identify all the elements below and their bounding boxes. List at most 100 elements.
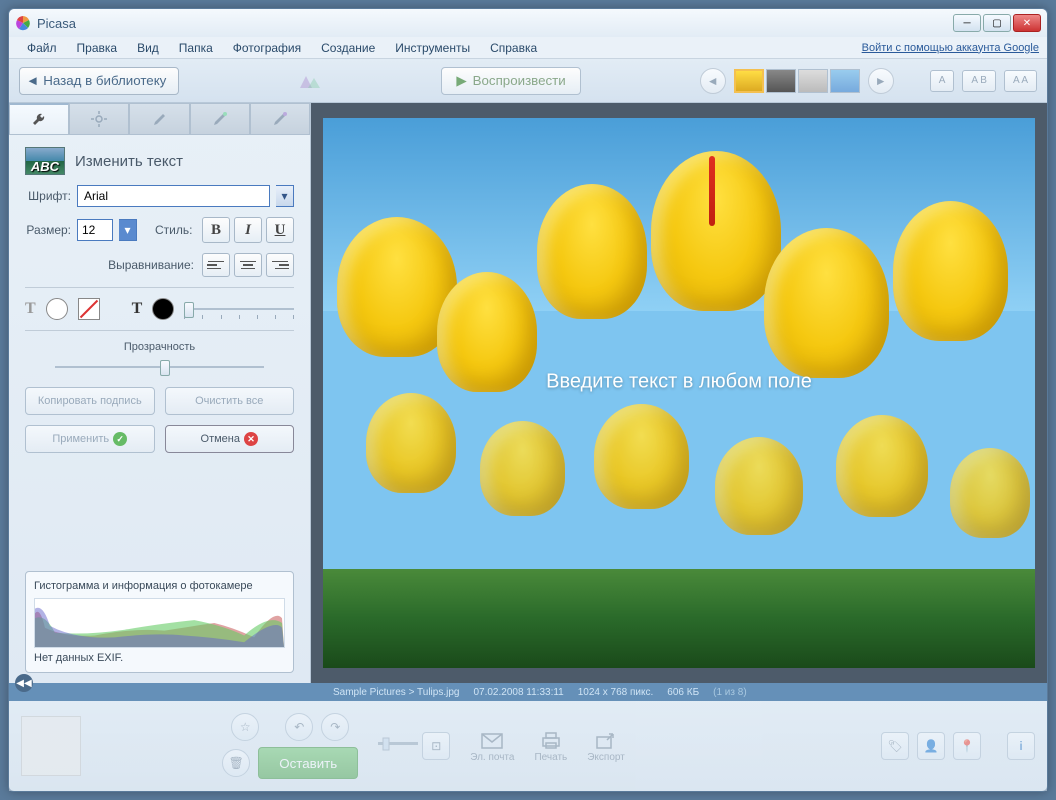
tab-effects-3[interactable]	[250, 103, 310, 135]
export-action[interactable]: Экспорт	[587, 730, 625, 763]
menu-file[interactable]: Файл	[17, 39, 67, 57]
font-dropdown-button[interactable]: ▾	[276, 185, 294, 207]
style-label: Стиль:	[155, 223, 192, 237]
status-path: Sample Pictures > Tulips.jpg	[333, 687, 459, 698]
tab-basic-fixes[interactable]	[9, 103, 69, 135]
photo-viewer[interactable]: Введите текст в любом поле	[311, 103, 1047, 683]
rotate-left-button[interactable]: ↶	[285, 713, 313, 741]
share-button[interactable]: Оставить	[258, 747, 358, 779]
opacity-slider[interactable]	[55, 357, 264, 377]
menubar: Файл Правка Вид Папка Фотография Создани…	[9, 37, 1047, 59]
clear-all-button[interactable]: Очистить все	[165, 387, 295, 415]
photo-canvas[interactable]: Введите текст в любом поле	[323, 118, 1035, 668]
print-action[interactable]: Печать	[534, 730, 567, 763]
fit-button[interactable]: ⊡	[422, 732, 450, 760]
exif-info: Нет данных EXIF.	[34, 652, 285, 664]
brush3-icon	[271, 110, 289, 128]
menu-view[interactable]: Вид	[127, 39, 169, 57]
menu-photo[interactable]: Фотография	[223, 39, 311, 57]
align-right-button[interactable]	[266, 253, 294, 277]
people-button[interactable]: 👤	[917, 732, 945, 760]
cancel-button[interactable]: Отмена ✕	[165, 425, 295, 453]
email-action[interactable]: Эл. почта	[470, 730, 514, 763]
menu-help[interactable]: Справка	[480, 39, 547, 57]
thumbnail-2[interactable]	[766, 69, 796, 93]
rotate-right-button[interactable]: ↷	[321, 713, 349, 741]
compare-aa-button[interactable]: A A	[1004, 70, 1037, 92]
tab-effects-2[interactable]	[190, 103, 250, 135]
fill-letter-icon: T	[25, 300, 36, 318]
thumbnail-4[interactable]	[830, 69, 860, 93]
tab-tuning[interactable]	[69, 103, 129, 135]
close-button[interactable]: ✕	[1013, 14, 1041, 32]
alignment-label: Выравнивание:	[108, 258, 194, 272]
tab-effects-1[interactable]	[129, 103, 189, 135]
font-label: Шрифт:	[25, 189, 71, 203]
menu-create[interactable]: Создание	[311, 39, 385, 57]
minimize-button[interactable]: ─	[953, 14, 981, 32]
thumbnail-1[interactable]	[734, 69, 764, 93]
zoom-slider-icon[interactable]	[378, 732, 418, 756]
align-left-button[interactable]	[202, 253, 230, 277]
prev-photo-button[interactable]: ◄	[700, 68, 726, 94]
apply-button[interactable]: Применить ✓	[25, 425, 155, 453]
thumbnail-strip	[734, 69, 860, 93]
printer-icon	[539, 730, 563, 750]
brush-icon	[151, 110, 169, 128]
app-title: Picasa	[37, 16, 953, 31]
play-icon: ▶	[456, 73, 466, 89]
menu-edit[interactable]: Правка	[67, 39, 128, 57]
star-button[interactable]: ☆	[231, 713, 259, 741]
text-tool-icon: ABC	[25, 147, 65, 175]
menu-folder[interactable]: Папка	[169, 39, 223, 57]
opacity-label: Прозрачность	[25, 341, 294, 353]
email-icon	[480, 730, 504, 750]
brush2-icon	[211, 110, 229, 128]
histogram-panel: Гистограмма и информация о фотокамере Не…	[25, 571, 294, 673]
menu-tools[interactable]: Инструменты	[385, 39, 480, 57]
info-button[interactable]: i	[1007, 732, 1035, 760]
bold-button[interactable]: B	[202, 217, 230, 243]
trash-button[interactable]: 🗑	[222, 749, 250, 777]
copy-caption-button[interactable]: Копировать подпись	[25, 387, 155, 415]
tray-thumbnail[interactable]	[21, 716, 81, 776]
geo-button[interactable]: 📍	[953, 732, 981, 760]
titlebar: Picasa ─ ▢ ✕	[9, 9, 1047, 37]
underline-button[interactable]: U	[266, 217, 294, 243]
panel-title: Изменить текст	[75, 153, 183, 170]
size-dropdown-button[interactable]: ▾	[119, 219, 137, 241]
back-to-library-button[interactable]: ◄ Назад в библиотеку	[19, 67, 179, 95]
tag-button[interactable]: 🏷	[881, 732, 909, 760]
fill-color-swatch[interactable]	[46, 298, 68, 320]
align-center-button[interactable]	[234, 253, 262, 277]
picasa-logo-icon	[15, 15, 31, 31]
outline-color-swatch[interactable]	[152, 298, 174, 320]
compare-ab-button[interactable]: A B	[962, 70, 996, 92]
compare-a-button[interactable]: A	[930, 70, 955, 92]
toolbar: ◄ Назад в библиотеку ▶ Воспроизвести ◄ ►…	[9, 59, 1047, 103]
back-label: Назад в библиотеку	[43, 73, 166, 88]
status-date: 07.02.2008 11:33:11	[473, 687, 563, 698]
edit-tabs	[9, 103, 310, 135]
outline-letter-icon: T	[132, 300, 143, 318]
italic-button[interactable]: I	[234, 217, 262, 243]
export-icon	[594, 730, 618, 750]
back-arrow-icon: ◄	[26, 73, 39, 88]
edit-sidebar: ABC Изменить текст Шрифт: ▾ Размер: ▾ Ст…	[9, 103, 311, 683]
signin-link[interactable]: Войти с помощью аккаунта Google	[862, 42, 1039, 54]
collapse-tray-button[interactable]: ◀◀	[15, 674, 33, 692]
thumbnail-3[interactable]	[798, 69, 828, 93]
next-photo-button[interactable]: ►	[868, 68, 894, 94]
font-select[interactable]	[77, 185, 270, 207]
status-index: (1 из 8)	[713, 687, 747, 698]
wrench-icon	[30, 111, 48, 129]
no-fill-button[interactable]	[78, 298, 100, 320]
color-tool-icon[interactable]	[298, 72, 322, 90]
statusbar: Sample Pictures > Tulips.jpg 07.02.2008 …	[9, 683, 1047, 701]
play-slideshow-button[interactable]: ▶ Воспроизвести	[441, 67, 580, 95]
maximize-button[interactable]: ▢	[983, 14, 1011, 32]
outline-width-slider[interactable]	[184, 299, 294, 319]
text-overlay-placeholder[interactable]: Введите текст в любом поле	[546, 371, 812, 394]
size-input[interactable]	[77, 219, 113, 241]
status-filesize: 606 КБ	[667, 687, 699, 698]
